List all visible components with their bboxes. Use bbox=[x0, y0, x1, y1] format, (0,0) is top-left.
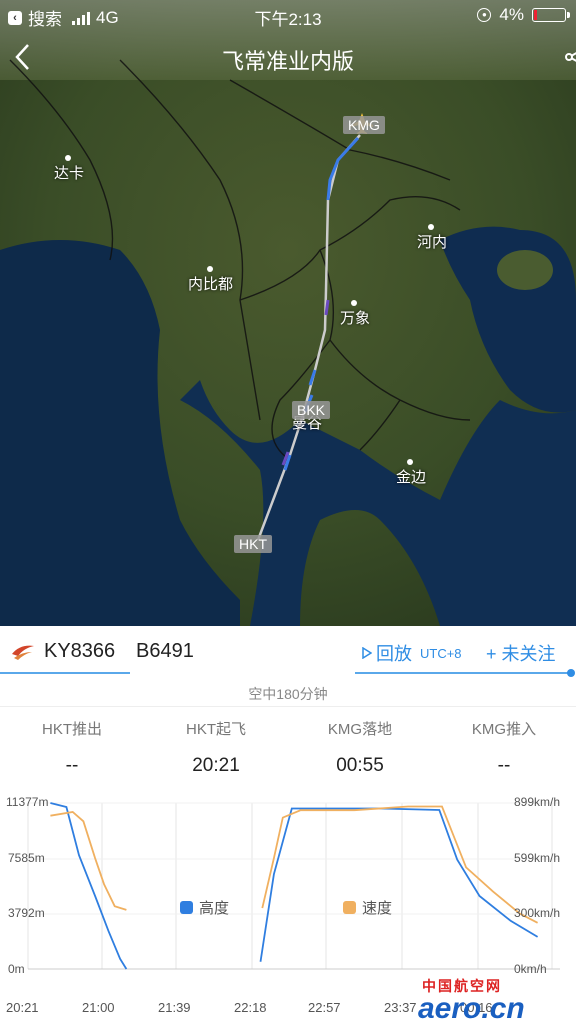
airport-tag-hkt[interactable]: HKT bbox=[234, 535, 272, 553]
battery-icon bbox=[532, 8, 570, 22]
x-tick: 22:57 bbox=[308, 1000, 341, 1015]
air-time: 空中180分钟 bbox=[248, 686, 328, 702]
timeline-value: 20:21 bbox=[192, 755, 240, 776]
legend-altitude[interactable]: 高度 bbox=[180, 897, 229, 918]
timeline-takeoff: HKT起飞 20:21 bbox=[144, 718, 288, 777]
follow-button[interactable]: + 未关注 bbox=[486, 640, 556, 666]
speed-series-line bbox=[50, 811, 127, 911]
status-bar: ‹ 搜索 4G 下午2:13 ● 4% bbox=[0, 0, 576, 30]
flight-map[interactable]: ‹ 搜索 4G 下午2:13 ● 4% 飞常准业内版 达卡 内比都 河内 万象 … bbox=[0, 0, 576, 626]
y-right-tick: 0km/h bbox=[514, 962, 547, 976]
page-title: 飞常准业内版 bbox=[221, 49, 354, 74]
timeline-value: -- bbox=[65, 755, 79, 776]
replay-label[interactable]: 回放 bbox=[376, 640, 412, 666]
airport-tag-bkk[interactable]: BKK bbox=[292, 401, 331, 419]
legend-speed[interactable]: 速度 bbox=[343, 897, 392, 918]
altitude-series-line bbox=[259, 807, 539, 962]
share-icon bbox=[565, 52, 576, 62]
rotation-lock-icon: ● bbox=[477, 8, 492, 22]
x-tick: 21:00 bbox=[82, 1000, 115, 1015]
flight-number: KY8366 bbox=[44, 640, 116, 662]
city-hanoi[interactable]: 河内 bbox=[417, 224, 447, 252]
city-vientiane[interactable]: 万象 bbox=[340, 300, 370, 328]
y-left-tick: 0m bbox=[8, 962, 25, 976]
timeline-label: HKT推出 bbox=[41, 721, 102, 738]
city-naypyidaw[interactable]: 内比都 bbox=[188, 266, 233, 294]
speed-series-line bbox=[261, 805, 539, 924]
timeline-value: -- bbox=[497, 755, 511, 776]
timeline-gate-in: KMG推入 -- bbox=[432, 718, 576, 777]
y-right-tick: 300km/h bbox=[514, 906, 561, 920]
legend-label: 速度 bbox=[362, 900, 393, 917]
divider bbox=[0, 706, 576, 707]
timeline-landing: KMG落地 00:55 bbox=[288, 718, 432, 777]
altitude-series-line bbox=[50, 802, 128, 970]
tab-underline-right bbox=[355, 672, 571, 674]
y-left-tick: 7585m bbox=[8, 851, 45, 865]
timeline-pushback: HKT推出 -- bbox=[0, 718, 144, 777]
x-tick: 22:18 bbox=[234, 1000, 267, 1015]
timeline-label: KMG推入 bbox=[471, 721, 537, 738]
y-right-tick: 899km/h bbox=[514, 795, 561, 809]
y-left-tick: 11377m bbox=[6, 795, 49, 809]
airline-logo-icon bbox=[10, 642, 36, 667]
legend-label: 高度 bbox=[199, 900, 230, 917]
y-right-tick: 599km/h bbox=[514, 851, 561, 865]
city-dhaka[interactable]: 达卡 bbox=[54, 155, 84, 183]
battery-percent: 4% bbox=[499, 5, 524, 24]
timeline-label: KMG落地 bbox=[327, 721, 393, 738]
flight-info-bar: KY8366 B6491 回放 UTC+8 + 未关注 bbox=[0, 626, 576, 678]
timeline-value: 00:55 bbox=[336, 755, 384, 776]
tab-underline-left bbox=[0, 672, 130, 674]
timeline-label: HKT起飞 bbox=[185, 721, 246, 738]
play-icon bbox=[362, 647, 372, 659]
aircraft-registration: B6491 bbox=[136, 640, 194, 662]
legend-swatch bbox=[343, 901, 356, 914]
timezone-label: UTC+8 bbox=[420, 645, 462, 661]
map-background bbox=[0, 0, 576, 626]
x-tick: 23:37 bbox=[384, 1000, 417, 1015]
airport-tag-kmg[interactable]: KMG bbox=[343, 116, 385, 134]
legend-swatch bbox=[180, 901, 193, 914]
x-tick: 20:21 bbox=[6, 1000, 39, 1015]
replay-button[interactable]: 回放 UTC+8 bbox=[362, 640, 462, 666]
progress-dot bbox=[567, 669, 575, 677]
x-tick: 21:39 bbox=[158, 1000, 191, 1015]
y-left-tick: 3792m bbox=[8, 906, 45, 920]
city-phnom-penh[interactable]: 金边 bbox=[396, 459, 426, 487]
watermark-logo: 中国航空网 aero.cn bbox=[418, 978, 525, 1025]
